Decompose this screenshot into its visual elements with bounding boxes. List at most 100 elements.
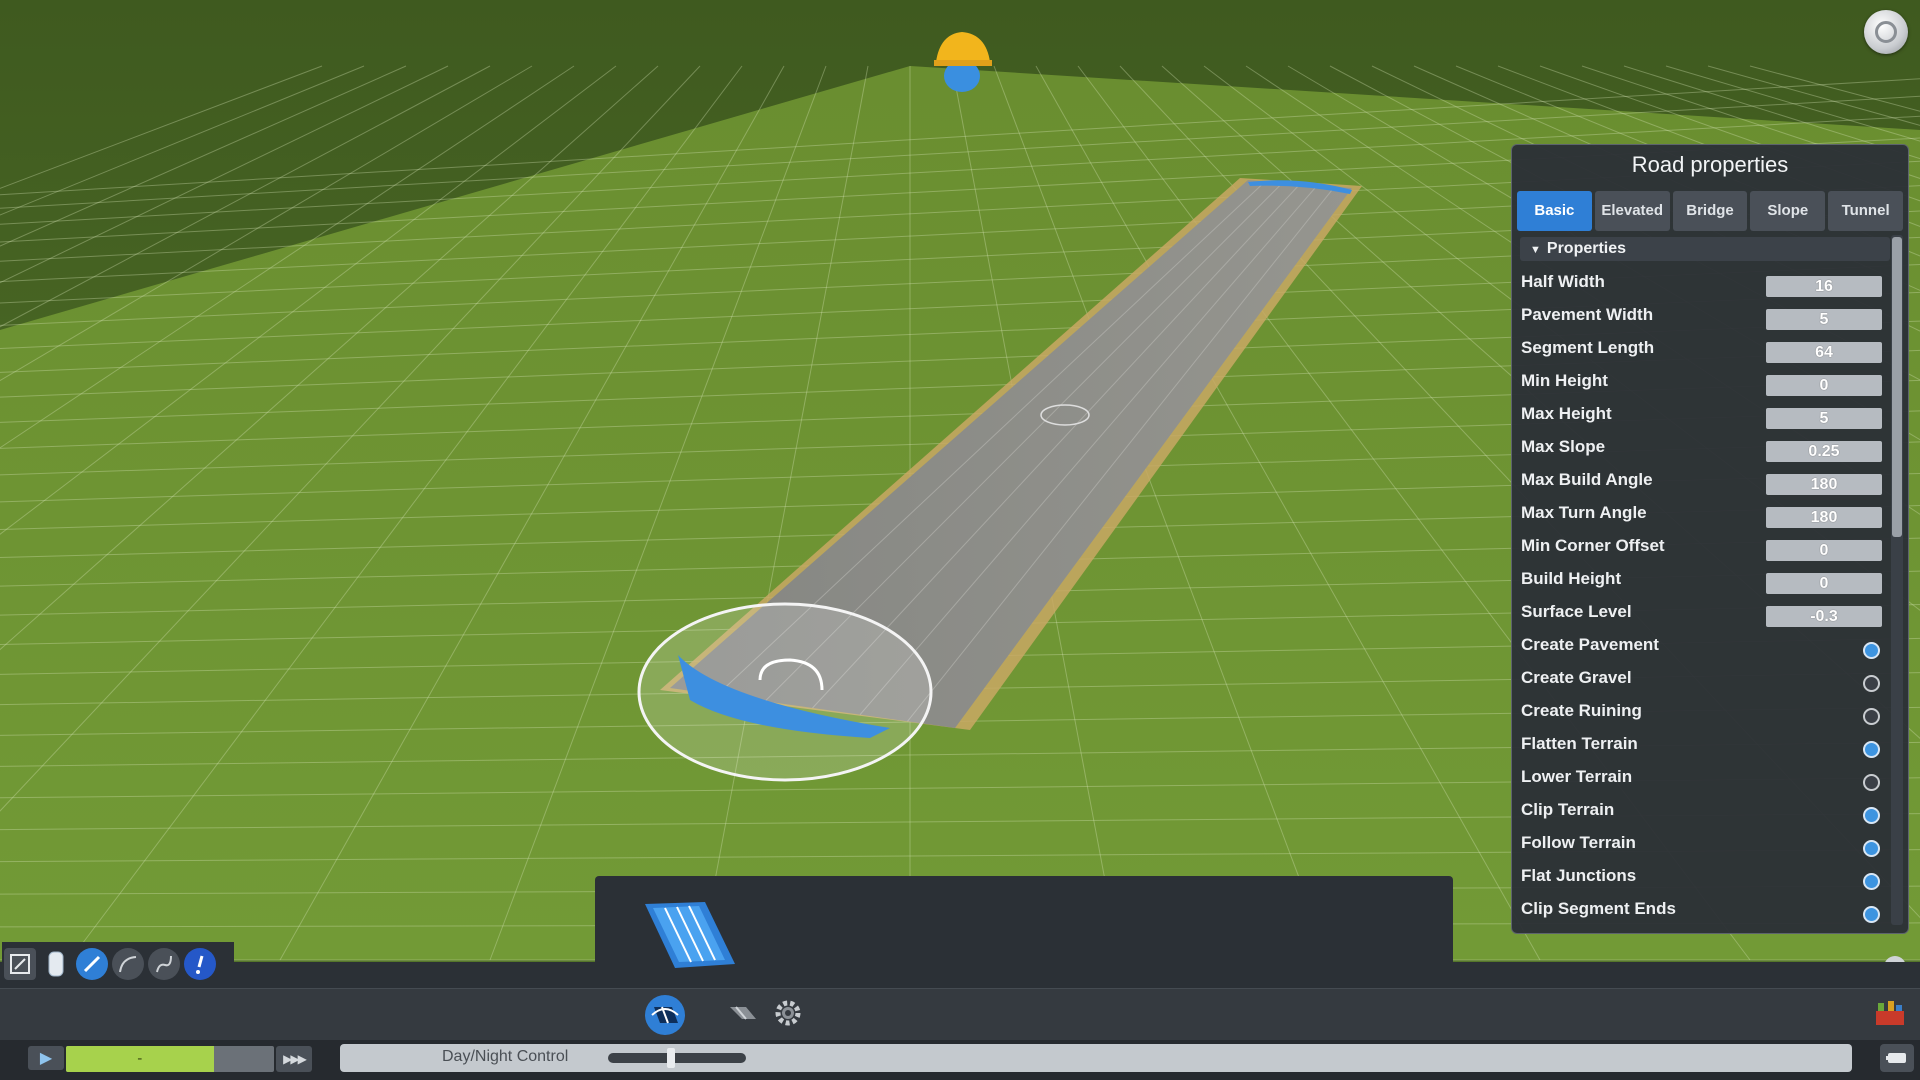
edit-icon[interactable] [4,948,36,980]
property-value-input[interactable]: 5 [1766,309,1882,330]
gear-icon[interactable] [774,999,802,1027]
day-night-label: Day/Night Control [442,1048,569,1065]
day-night-slider-thumb[interactable] [667,1048,676,1068]
property-label: Build Height [1521,569,1622,588]
property-row: Min Height 0 [1512,366,1892,399]
chirper-icon[interactable] [1880,1044,1914,1072]
bottom-toolbar [0,988,1920,1041]
toggle-row: Clip Terrain [1512,795,1892,828]
property-label: Max Turn Angle [1521,503,1647,522]
property-row: Surface Level -0.3 [1512,597,1892,630]
property-row: Max Height 5 [1512,399,1892,432]
day-night-slider[interactable] [608,1053,746,1063]
property-label: Max Build Angle [1521,470,1653,489]
panel-scrollbar[interactable] [1891,235,1903,925]
exclamation-icon[interactable] [184,948,216,980]
speed-bar[interactable]: - [66,1046,274,1072]
road-tool-icon[interactable] [635,896,745,976]
road-selection-panel [595,876,1453,988]
property-value-input[interactable]: 0 [1766,540,1882,561]
toggle-radio[interactable] [1863,642,1880,659]
property-value-input[interactable]: 180 [1766,474,1882,495]
property-label: Surface Level [1521,602,1632,621]
fast-forward-button[interactable]: ▶▶▶ [276,1046,312,1072]
property-value-input[interactable]: -0.3 [1766,606,1882,627]
scrollbar-thumb[interactable] [1892,237,1902,537]
section-label: Properties [1546,240,1627,257]
day-night-control: Day/Night Control [340,1044,1852,1072]
toggle-label: Follow Terrain [1521,833,1636,852]
toggle-label: Create Gravel [1521,668,1632,687]
toggle-radio[interactable] [1863,774,1880,791]
property-row: Max Turn Angle 180 [1512,498,1892,531]
property-value-input[interactable]: 180 [1766,507,1882,528]
toggle-label: Create Ruining [1521,701,1642,720]
road-category-icon-2[interactable] [728,1003,758,1023]
properties-list: Half Width 16 Pavement Width 5 Segment Lengt… [1512,267,1892,927]
toggle-label: Flat Junctions [1521,866,1637,885]
toggle-row: Create Pavement [1512,630,1892,663]
toggle-radio[interactable] [1863,675,1880,692]
property-label: Half Width [1521,272,1605,291]
toggle-radio[interactable] [1863,840,1880,857]
pencil-icon[interactable] [76,948,108,980]
toggle-radio[interactable] [1863,906,1880,923]
property-label: Min Corner Offset [1521,536,1665,555]
freeform-icon[interactable] [148,948,180,980]
speed-label: - [66,1046,214,1072]
toggle-row: Create Gravel [1512,663,1892,696]
property-row: Max Build Angle 180 [1512,465,1892,498]
property-label: Segment Length [1521,338,1655,357]
tool-icons [2,942,234,986]
toggle-row: Follow Terrain [1512,828,1892,861]
toggle-label: Lower Terrain [1521,767,1633,786]
property-row: Min Corner Offset 0 [1512,531,1892,564]
curve-icon[interactable] [112,948,144,980]
toggle-label: Clip Terrain [1521,800,1615,819]
toggle-radio[interactable] [1863,873,1880,890]
play-button[interactable]: ▶ [28,1046,64,1070]
property-row: Half Width 16 [1512,267,1892,300]
toggle-label: Clip Segment Ends [1521,899,1676,918]
toggle-radio[interactable] [1863,708,1880,725]
property-value-input[interactable]: 5 [1766,408,1882,429]
tab-elevated[interactable]: Elevated [1594,191,1670,231]
toggle-label: Flatten Terrain [1521,734,1638,753]
toggle-radio[interactable] [1863,741,1880,758]
selection-circle[interactable] [637,602,933,782]
properties-section-header[interactable]: ▼ Properties [1520,237,1890,261]
tab-bridge[interactable]: Bridge [1672,191,1748,231]
tab-basic[interactable]: Basic [1517,191,1592,231]
road-properties-panel: Road properties Basic Elevated Bridge Sl… [1511,144,1909,934]
toggle-row: Lower Terrain [1512,762,1892,795]
property-label: Max Height [1521,404,1612,423]
toggle-row: Flatten Terrain [1512,729,1892,762]
panel-title: Road properties [1631,152,1789,177]
property-row: Pavement Width 5 [1512,300,1892,333]
property-row: Max Slope 0.25 [1512,432,1892,465]
settings-circle-icon[interactable] [1864,10,1908,54]
property-value-input[interactable]: 16 [1766,276,1882,297]
property-value-input[interactable]: 0.25 [1766,441,1882,462]
status-bar: ▶ - ▶▶▶ Day/Night Control [0,1040,1920,1080]
collapse-triangle-icon: ▼ [1530,244,1541,256]
toggle-row: Create Ruining [1512,696,1892,729]
property-row: Segment Length 64 [1512,333,1892,366]
toggle-label: Create Pavement [1521,635,1659,654]
property-value-input[interactable]: 64 [1766,342,1882,363]
property-label: Min Height [1521,371,1608,390]
cylinder-icon[interactable] [40,948,72,980]
panel-tabs: Basic Elevated Bridge Slope Tunnel [1517,191,1903,231]
property-value-input[interactable]: 0 [1766,573,1882,594]
toggle-row: Flat Junctions [1512,861,1892,894]
tab-tunnel[interactable]: Tunnel [1828,191,1903,231]
toolbox-icon[interactable] [1874,999,1906,1027]
property-label: Max Slope [1521,437,1606,456]
tab-slope[interactable]: Slope [1750,191,1826,231]
property-label: Pavement Width [1521,305,1654,324]
road-category-icon[interactable] [645,995,685,1035]
toggle-row: Clip Segment Ends [1512,894,1892,927]
toggle-radio[interactable] [1863,807,1880,824]
property-value-input[interactable]: 0 [1766,375,1882,396]
settings-ring [1875,21,1897,43]
